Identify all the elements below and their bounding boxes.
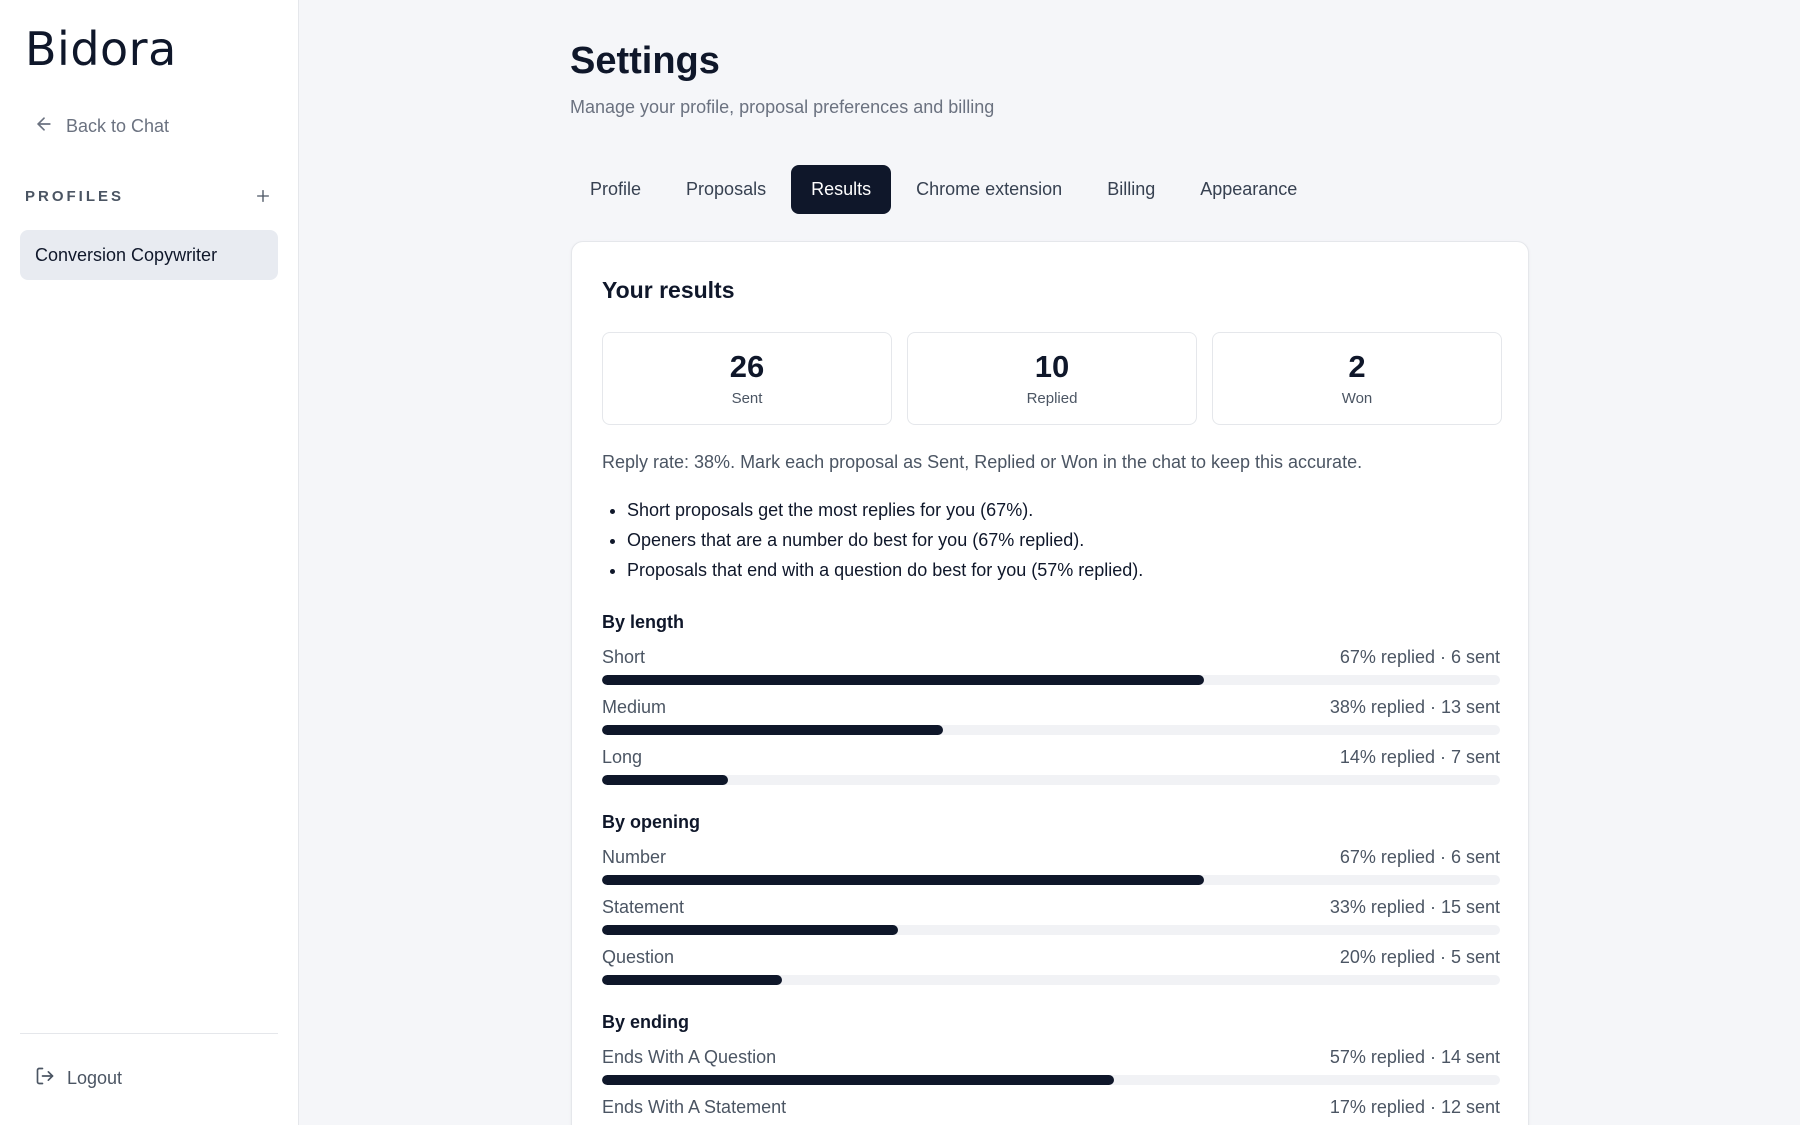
stats-row: 26 Sent 10 Replied 2 Won <box>602 332 1502 425</box>
bar-fill <box>602 925 899 935</box>
page-title: Settings <box>570 40 720 82</box>
bar-track <box>602 775 1500 785</box>
section-title: By length <box>602 612 685 632</box>
bar-row: Short 67% replied · 6 sent <box>602 647 1500 685</box>
bar-label: Short <box>602 647 646 667</box>
bar-stat: 14% replied · 7 sent <box>1339 747 1500 767</box>
bar-stat: 67% replied · 6 sent <box>1339 647 1500 667</box>
profiles-header: PROFILES <box>25 184 275 208</box>
section-by-opening: By opening Number 67% replied · 6 sent St… <box>602 812 1500 985</box>
bar-stat: 17% replied · 12 sent <box>1329 1097 1500 1117</box>
results-title: Your results <box>602 277 735 303</box>
reply-rate-note: Reply rate: 38%. Mark each proposal as S… <box>602 452 1363 472</box>
bar-fill <box>602 775 728 785</box>
bar-row: Question 20% replied · 5 sent <box>602 947 1500 985</box>
section-title: By opening <box>602 812 700 832</box>
back-to-chat-link[interactable]: Back to Chat <box>34 114 169 139</box>
stat-replied: 10 Replied <box>907 332 1197 425</box>
bar-fill <box>602 675 1204 685</box>
bar-stat: 38% replied · 13 sent <box>1329 697 1500 717</box>
bar-row: Number 67% replied · 6 sent <box>602 847 1500 885</box>
bar-row: Statement 33% replied · 15 sent <box>602 897 1500 935</box>
tab-chrome-extension[interactable]: Chrome extension <box>896 165 1082 214</box>
bar-stat: 33% replied · 15 sent <box>1329 897 1500 917</box>
bar-fill <box>602 1075 1114 1085</box>
tab-results[interactable]: Results <box>791 165 892 214</box>
bar-label: Number <box>602 847 667 867</box>
add-profile-button[interactable] <box>251 184 275 208</box>
bar-row: Medium 38% replied · 13 sent <box>602 697 1500 735</box>
stat-won: 2 Won <box>1212 332 1502 425</box>
insight-item: Openers that are a number do best for yo… <box>627 530 1143 551</box>
tab-appearance[interactable]: Appearance <box>1180 165 1317 214</box>
logout-button[interactable]: Logout <box>35 1066 122 1091</box>
bar-track <box>602 975 1500 985</box>
arrow-left-icon <box>34 114 54 139</box>
bar-label: Ends With A Question <box>602 1047 777 1067</box>
bar-track <box>602 1075 1500 1085</box>
bar-fill <box>602 725 944 735</box>
bar-stat: 20% replied · 5 sent <box>1339 947 1500 967</box>
tab-proposals[interactable]: Proposals <box>666 165 786 214</box>
sidebar: Bidora Back to Chat PROFILES Conversion … <box>0 0 299 1125</box>
bar-track <box>602 675 1500 685</box>
sidebar-divider <box>20 1033 278 1034</box>
logout-label: Logout <box>67 1068 123 1088</box>
insight-item: Proposals that end with a question do be… <box>627 560 1143 581</box>
results-card: Your results 26 Sent 10 Replied 2 Won Re… <box>571 241 1529 1125</box>
tab-profile[interactable]: Profile <box>570 165 661 214</box>
bar-row: Ends With A Question 57% replied · 14 sen… <box>602 1047 1500 1085</box>
section-title: By ending <box>602 1012 690 1032</box>
bar-label: Long <box>602 747 643 767</box>
stat-label: Won <box>1341 390 1373 408</box>
logout-icon <box>35 1066 55 1091</box>
bar-track <box>602 925 1500 935</box>
bar-track <box>602 725 1500 735</box>
bar-fill <box>602 975 782 985</box>
stat-label: Sent <box>731 390 763 408</box>
page-subtitle: Manage your profile, proposal preference… <box>570 97 995 117</box>
stat-value: 10 <box>1034 348 1070 384</box>
profiles-label: PROFILES <box>25 187 125 205</box>
settings-tabs: Profile Proposals Results Chrome extensi… <box>570 165 1322 214</box>
stat-value: 26 <box>729 348 765 384</box>
back-to-chat-label: Back to Chat <box>66 116 170 136</box>
app-logo: Bidora <box>25 22 177 76</box>
insight-item: Short proposals get the most replies for… <box>627 500 1143 521</box>
profile-item-conversion-copywriter[interactable]: Conversion Copywriter <box>20 230 278 280</box>
bar-fill <box>602 875 1204 885</box>
bar-label: Question <box>602 947 675 967</box>
bar-row: Ends With A Statement 17% replied · 12 se… <box>602 1097 1500 1125</box>
section-by-length: By length Short 67% replied · 6 sent Medi… <box>602 612 1500 785</box>
tab-billing[interactable]: Billing <box>1087 165 1175 214</box>
insights-list: Short proposals get the most replies for… <box>627 500 1143 590</box>
bar-stat: 67% replied · 6 sent <box>1339 847 1500 867</box>
bar-stat: 57% replied · 14 sent <box>1329 1047 1500 1067</box>
bar-label: Statement <box>602 897 685 917</box>
section-by-ending: By ending Ends With A Question 57% replie… <box>602 1012 1500 1125</box>
bar-track <box>602 875 1500 885</box>
bar-label: Ends With A Statement <box>602 1097 787 1117</box>
plus-icon <box>257 190 269 202</box>
stat-sent: 26 Sent <box>602 332 892 425</box>
bar-row: Long 14% replied · 7 sent <box>602 747 1500 785</box>
stat-value: 2 <box>1348 348 1366 384</box>
stat-label: Replied <box>1026 390 1078 408</box>
bar-label: Medium <box>602 697 667 717</box>
